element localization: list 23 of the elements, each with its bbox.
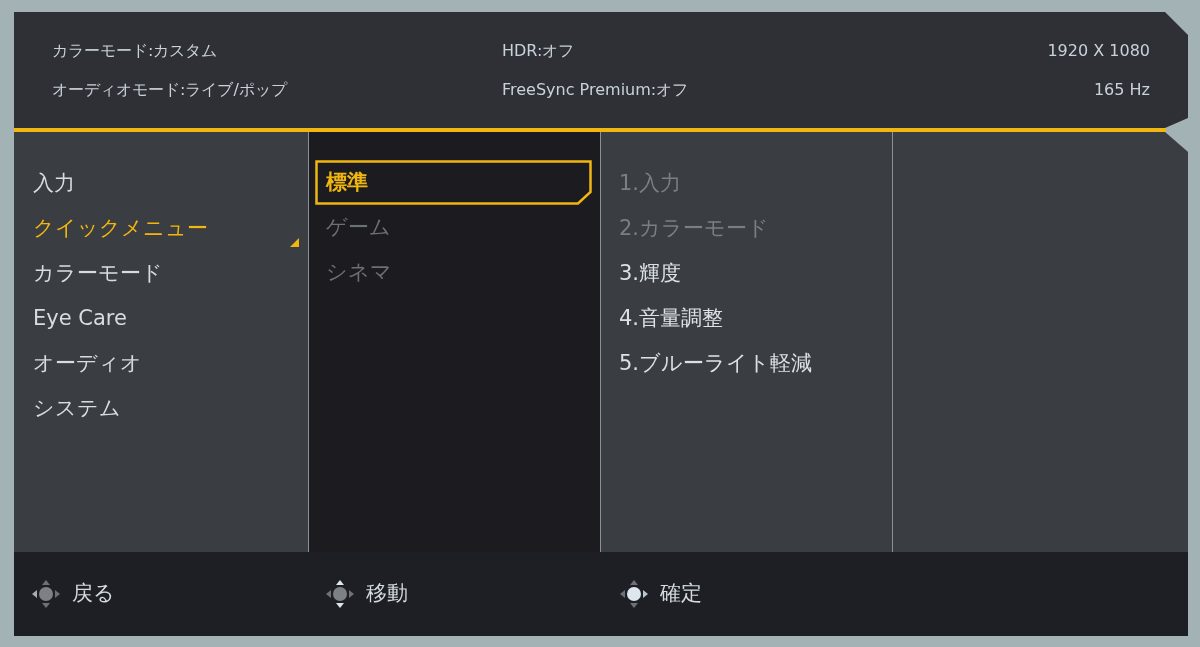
option-item[interactable]: 4.音量調整 (619, 296, 892, 341)
dpad-icon (326, 580, 354, 608)
dpad-icon (620, 580, 648, 608)
hint-label: 移動 (366, 580, 408, 608)
option-item[interactable]: 3.輝度 (619, 251, 892, 296)
status-text: HDR:オフ (502, 40, 576, 62)
status-text: オーディオモード:ライブ/ポップ (52, 79, 289, 101)
hint-label: 戻る (72, 580, 115, 608)
status-text: 165 Hz (1093, 79, 1150, 101)
menu-item[interactable]: Eye Care (14, 296, 308, 341)
hint-label: 確定 (660, 580, 702, 608)
submenu-item[interactable]: 標準 (315, 160, 592, 205)
menu-item[interactable]: オーディオ (14, 341, 308, 386)
menu-item[interactable]: 入力 (14, 161, 308, 206)
menu-item[interactable]: カラーモード (14, 251, 308, 296)
menu-item[interactable]: システム (14, 386, 308, 431)
menu-item[interactable]: クイックメニュー (14, 206, 308, 251)
triangle-icon (290, 238, 299, 247)
dpad-icon (32, 580, 60, 608)
status-text: FreeSync Premium:オフ (502, 79, 690, 101)
option-item[interactable]: 5.ブルーライト軽減 (619, 341, 892, 386)
status-text: カラーモード:カスタム (52, 40, 219, 62)
status-text: 1920 X 1080 (1047, 40, 1150, 62)
